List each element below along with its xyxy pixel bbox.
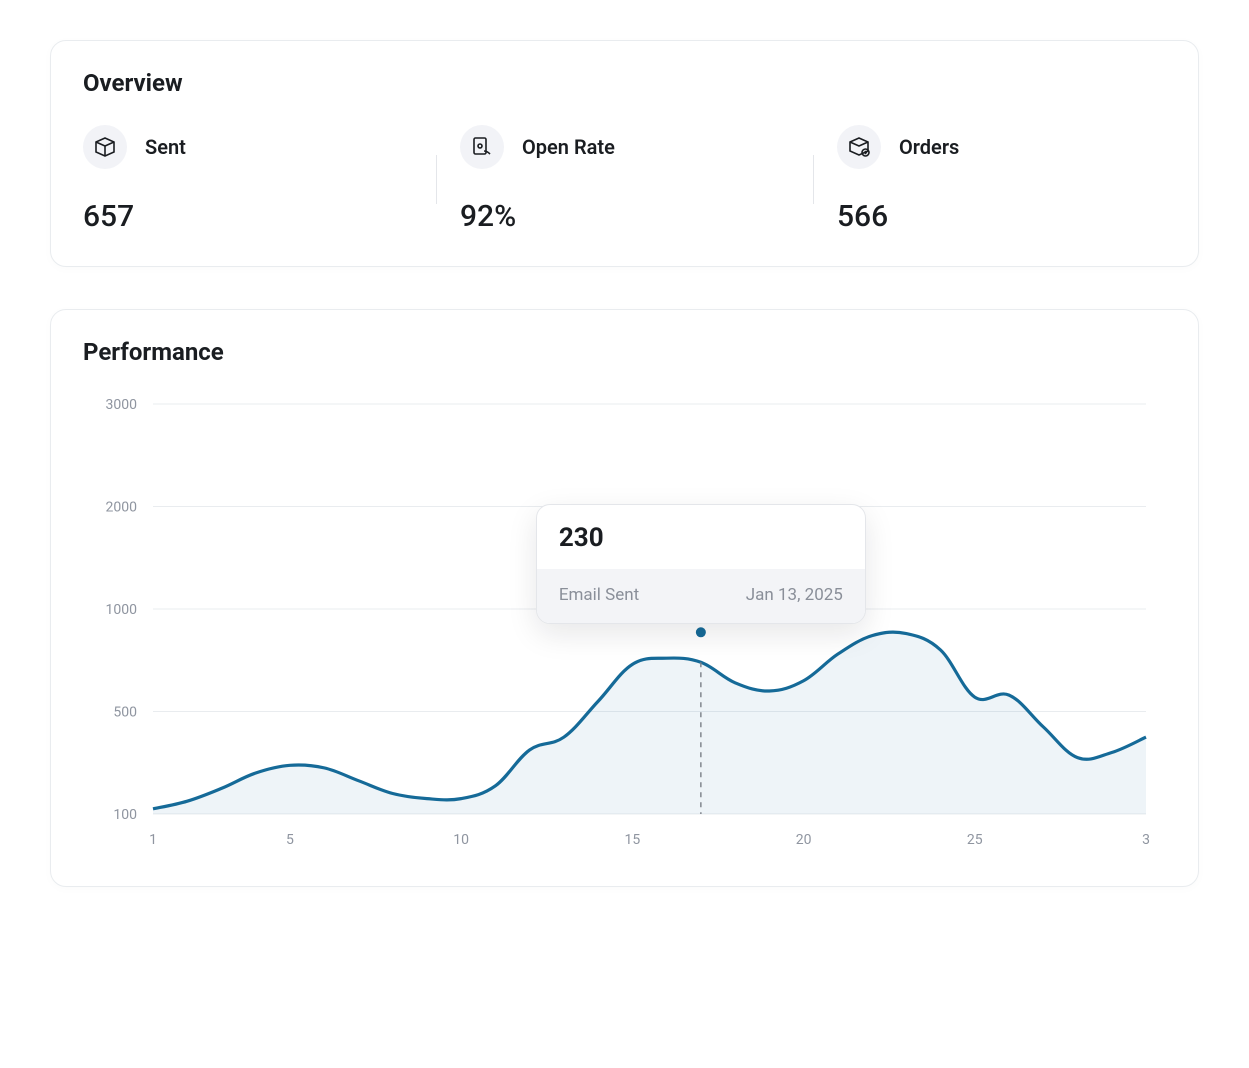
svg-text:25: 25 <box>967 832 983 848</box>
svg-text:1000: 1000 <box>106 602 138 618</box>
tooltip-value: 230 <box>537 505 865 569</box>
svg-text:10: 10 <box>453 832 469 848</box>
stat-open-rate-value: 92% <box>460 199 789 234</box>
stat-orders-label: Orders <box>899 135 959 159</box>
box-icon <box>83 125 127 169</box>
box-plus-icon <box>837 125 881 169</box>
performance-card: Performance 1005001000200030001510152025… <box>50 309 1199 887</box>
svg-text:100: 100 <box>113 807 137 823</box>
tooltip-date: Jan 13, 2025 <box>746 585 843 605</box>
svg-text:15: 15 <box>625 832 641 848</box>
chart-tooltip: 230 Email Sent Jan 13, 2025 <box>536 504 866 624</box>
performance-title: Performance <box>83 338 1166 366</box>
stat-orders: Orders 566 <box>813 125 1166 234</box>
stat-open-rate-label: Open Rate <box>522 135 615 159</box>
overview-card: Overview Sent 657 Open Rate 92% <box>50 40 1199 267</box>
svg-text:500: 500 <box>113 705 137 721</box>
svg-text:5: 5 <box>286 832 294 848</box>
stat-orders-value: 566 <box>837 199 1166 234</box>
stat-sent: Sent 657 <box>83 125 436 234</box>
performance-chart[interactable]: 10050010002000300015101520253 230 Email … <box>83 394 1166 854</box>
overview-title: Overview <box>83 69 1166 97</box>
overview-stats: Sent 657 Open Rate 92% Orders 566 <box>83 125 1166 234</box>
svg-text:3000: 3000 <box>106 397 138 413</box>
svg-text:1: 1 <box>149 832 157 848</box>
svg-text:3: 3 <box>1142 832 1150 848</box>
stat-open-rate: Open Rate 92% <box>436 125 813 234</box>
svg-text:20: 20 <box>796 832 812 848</box>
stat-sent-value: 657 <box>83 199 412 234</box>
stat-sent-label: Sent <box>145 135 186 159</box>
money-hand-icon <box>460 125 504 169</box>
svg-text:2000: 2000 <box>106 500 138 516</box>
tooltip-label: Email Sent <box>559 585 639 605</box>
